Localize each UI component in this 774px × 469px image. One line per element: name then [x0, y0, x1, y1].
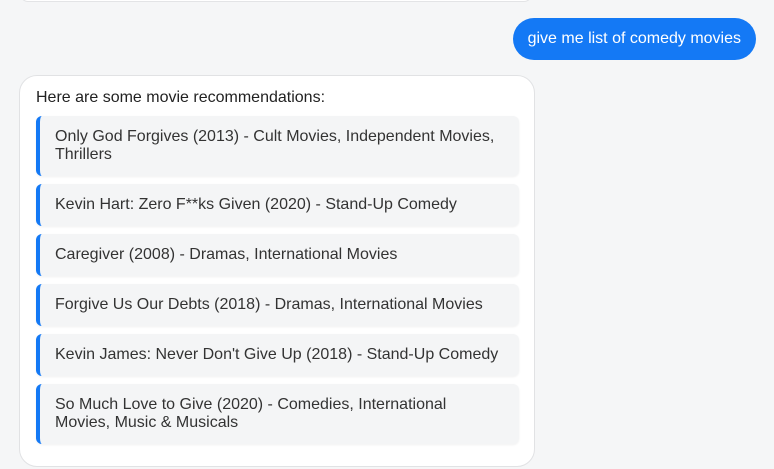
user-message: give me list of comedy movies — [512, 18, 756, 60]
movie-item[interactable]: Only God Forgives (2013) - Cult Movies, … — [36, 116, 519, 176]
movie-item[interactable]: Forgive Us Our Debts (2018) - Dramas, In… — [36, 284, 519, 326]
movie-item[interactable]: Caregiver (2008) - Dramas, International… — [36, 234, 519, 276]
chat-window: give me list of comedy movies Here are s… — [0, 0, 774, 469]
movie-item[interactable]: Kevin Hart: Zero F**ks Given (2020) - St… — [36, 184, 519, 226]
bot-message: Here are some movie recommendations: Onl… — [19, 75, 535, 467]
movie-list: Only God Forgives (2013) - Cult Movies, … — [36, 116, 519, 444]
movie-item[interactable]: Kevin James: Never Don't Give Up (2018) … — [36, 334, 519, 376]
bot-intro-text: Here are some movie recommendations: — [36, 89, 326, 106]
previous-message-bubble — [20, 0, 532, 2]
movie-item[interactable]: So Much Love to Give (2020) - Comedies, … — [36, 384, 519, 444]
